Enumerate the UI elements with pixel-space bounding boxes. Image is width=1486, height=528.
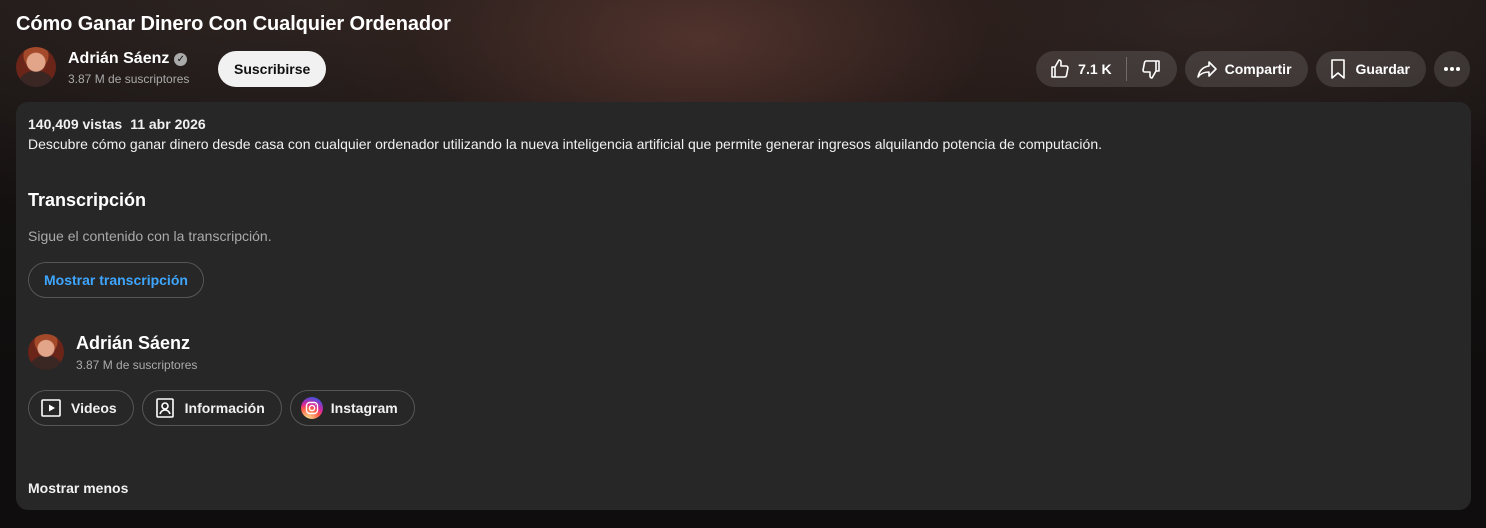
owner-row: Adrián Sáenz ✓ 3.87 M de suscriptores Su… [16, 47, 1470, 89]
save-button[interactable]: Guardar [1315, 51, 1426, 87]
subscribe-button[interactable]: Suscribirse [218, 51, 327, 87]
action-bar: 7.1 K Compartir Guardar [1036, 51, 1470, 87]
channel-name-container[interactable]: Adrián Sáenz ✓ [68, 50, 188, 68]
channel-card-avatar[interactable] [28, 334, 64, 370]
like-button[interactable]: 7.1 K [1036, 51, 1125, 87]
save-label: Guardar [1355, 61, 1410, 77]
channel-links: Videos Información Instagram [28, 390, 415, 426]
more-horizontal-icon [1442, 59, 1462, 79]
description-text: Descubre cómo ganar dinero desde casa co… [28, 136, 1103, 152]
show-less-button[interactable]: Mostrar menos [28, 480, 128, 496]
channel-name[interactable]: Adrián Sáenz [68, 50, 169, 68]
share-label: Compartir [1224, 61, 1292, 77]
instagram-link-button[interactable]: Instagram [289, 390, 415, 426]
play-square-icon [39, 396, 63, 420]
view-count: 140,409 vistas [28, 116, 123, 132]
upload-date: 11 abr 2026 [130, 116, 206, 132]
bookmark-icon [1326, 57, 1350, 81]
transcript-heading: Transcripción [28, 190, 147, 210]
dislike-button[interactable] [1127, 51, 1177, 87]
transcript-subtitle: Sigue el contenido con la transcripción. [28, 228, 272, 244]
thumbs-up-icon [1048, 57, 1072, 81]
share-arrow-icon [1195, 57, 1219, 81]
subscriber-count: 3.87 M de suscriptores [68, 72, 190, 86]
show-transcript-button[interactable]: Mostrar transcripción [28, 262, 204, 298]
share-button[interactable]: Compartir [1184, 51, 1308, 87]
more-actions-button[interactable] [1434, 51, 1470, 87]
info-link-label: Información [184, 400, 265, 416]
verified-badge-icon: ✓ [174, 52, 188, 66]
info-link-button[interactable]: Información [141, 390, 282, 426]
video-meta: 140,409 vistas 11 abr 2026 [28, 116, 206, 132]
channel-card-subscribers: 3.87 M de suscriptores [76, 358, 198, 372]
description-panel[interactable]: 140,409 vistas 11 abr 2026 Descubre cómo … [16, 102, 1471, 510]
videos-link-button[interactable]: Videos [28, 390, 134, 426]
channel-card-name[interactable]: Adrián Sáenz [76, 333, 190, 354]
instagram-link-label: Instagram [330, 400, 398, 416]
like-dislike-group: 7.1 K [1036, 51, 1177, 87]
channel-avatar[interactable] [16, 47, 56, 87]
instagram-icon [300, 397, 323, 419]
videos-link-label: Videos [71, 400, 117, 416]
person-card-icon [153, 396, 177, 420]
thumbs-down-icon [1139, 57, 1163, 81]
like-count: 7.1 K [1078, 61, 1112, 77]
video-title: Cómo Ganar Dinero Con Cualquier Ordenado… [16, 13, 451, 35]
